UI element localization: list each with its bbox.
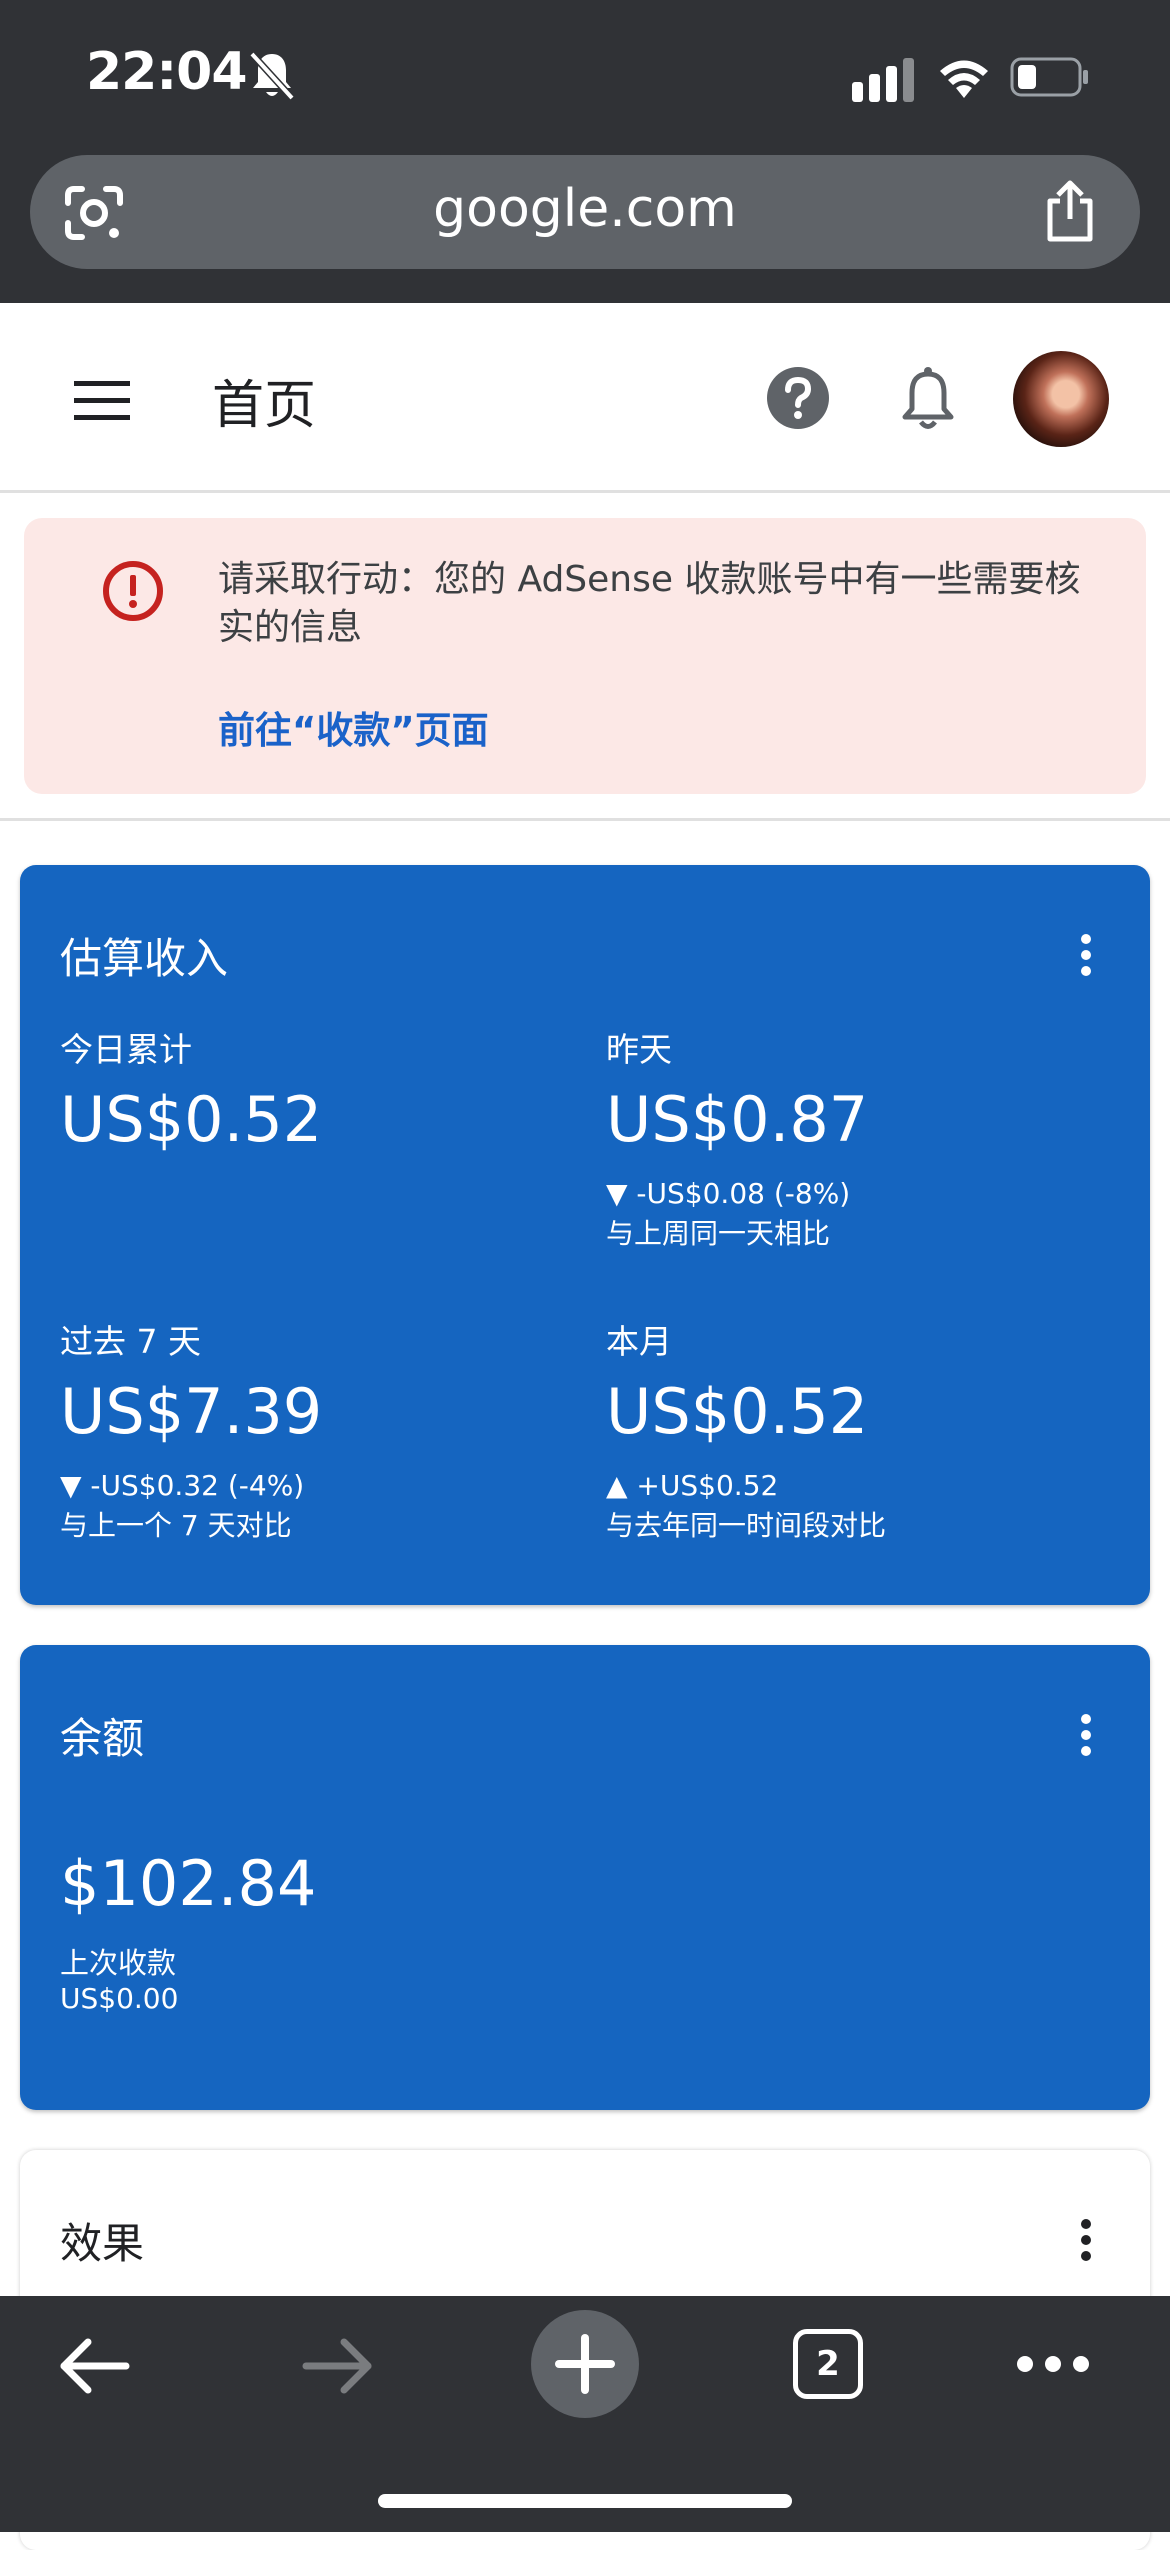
more-options-icon[interactable] (1080, 933, 1092, 977)
bell-off-icon (249, 51, 295, 101)
earnings-yesterday: 昨天 US$0.87 ▼ -US$0.08 (-8%) 与上周同一天相比 (606, 1023, 868, 1254)
hamburger-menu-icon[interactable] (74, 381, 130, 421)
card-title: 余额 (60, 1714, 145, 1763)
earnings-delta: ▼ -US$0.08 (-8%) (606, 1177, 851, 1210)
earnings-today: 今日累计 US$0.52 (60, 1023, 322, 1156)
cellular-signal-icon (852, 58, 914, 102)
estimated-earnings-card[interactable]: 估算收入 今日累计 US$0.52 昨天 US$0.87 ▼ -US$0.08 … (20, 865, 1150, 1605)
earnings-label: 昨天 (606, 1030, 672, 1069)
error-icon (103, 561, 163, 621)
go-to-payments-link[interactable]: 前往“收款”页面 (218, 700, 489, 754)
payment-alert-banner: 请采取行动：您的 AdSense 收款账号中有一些需要核实的信息 前往“收款”页… (24, 518, 1146, 794)
help-icon[interactable] (766, 366, 830, 430)
share-icon[interactable] (1042, 179, 1098, 243)
balance-value: $102.84 (60, 1847, 317, 1920)
earnings-delta: ▼ -US$0.32 (-4%) (60, 1469, 305, 1502)
earnings-value: US$7.39 (60, 1375, 323, 1448)
balance-card[interactable]: 余额 $102.84 上次收款 US$0.00 (20, 1645, 1150, 2110)
notification-bell-icon[interactable] (900, 365, 956, 431)
status-time: 22:04 (86, 42, 248, 102)
browser-top-chrome: 22:04 google.com (0, 0, 1170, 303)
more-menu-icon[interactable] (1016, 2354, 1090, 2374)
earnings-delta: ▲ +US$0.52 (606, 1469, 779, 1502)
forward-arrow-icon[interactable] (302, 2336, 374, 2396)
earnings-comparison: 与上一个 7 天对比 (60, 1509, 292, 1542)
earnings-label: 今日累计 (60, 1030, 192, 1069)
tab-switcher-button[interactable]: 2 (793, 2329, 863, 2399)
wifi-icon (940, 60, 988, 98)
back-arrow-icon[interactable] (58, 2336, 130, 2396)
earnings-comparison: 与去年同一时间段对比 (606, 1509, 887, 1542)
earnings-value: US$0.87 (606, 1083, 869, 1156)
earnings-value: US$0.52 (606, 1375, 869, 1448)
more-options-icon[interactable] (1080, 1713, 1092, 1757)
earnings-value: US$0.52 (60, 1083, 323, 1156)
plus-icon (555, 2334, 615, 2394)
battery-icon (1010, 57, 1088, 97)
card-title: 估算收入 (60, 934, 229, 983)
more-options-icon[interactable] (1080, 2218, 1092, 2262)
earnings-comparison: 与上周同一天相比 (606, 1217, 831, 1250)
card-title: 效果 (60, 2219, 145, 2268)
earnings-label: 过去 7 天 (60, 1322, 201, 1361)
page-title: 首页 (212, 376, 317, 436)
url-text[interactable]: google.com (30, 179, 1140, 239)
alert-message: 请采取行动：您的 AdSense 收款账号中有一些需要核实的信息 (218, 559, 1081, 648)
app-header: 首页 (0, 303, 1170, 493)
home-indicator[interactable] (378, 2494, 792, 2508)
earnings-label: 本月 (606, 1322, 672, 1361)
account-avatar[interactable] (1013, 351, 1109, 447)
section-divider (0, 818, 1170, 821)
last-payment-value: US$0.00 (60, 1982, 179, 2015)
earnings-last-7-days: 过去 7 天 US$7.39 ▼ -US$0.32 (-4%) 与上一个 7 天… (60, 1315, 322, 1546)
earnings-this-month: 本月 US$0.52 ▲ +US$0.52 与去年同一时间段对比 (606, 1315, 886, 1546)
url-bar[interactable]: google.com (30, 155, 1140, 269)
last-payment-label: 上次收款 (60, 1946, 177, 1980)
new-tab-button[interactable] (531, 2310, 639, 2418)
